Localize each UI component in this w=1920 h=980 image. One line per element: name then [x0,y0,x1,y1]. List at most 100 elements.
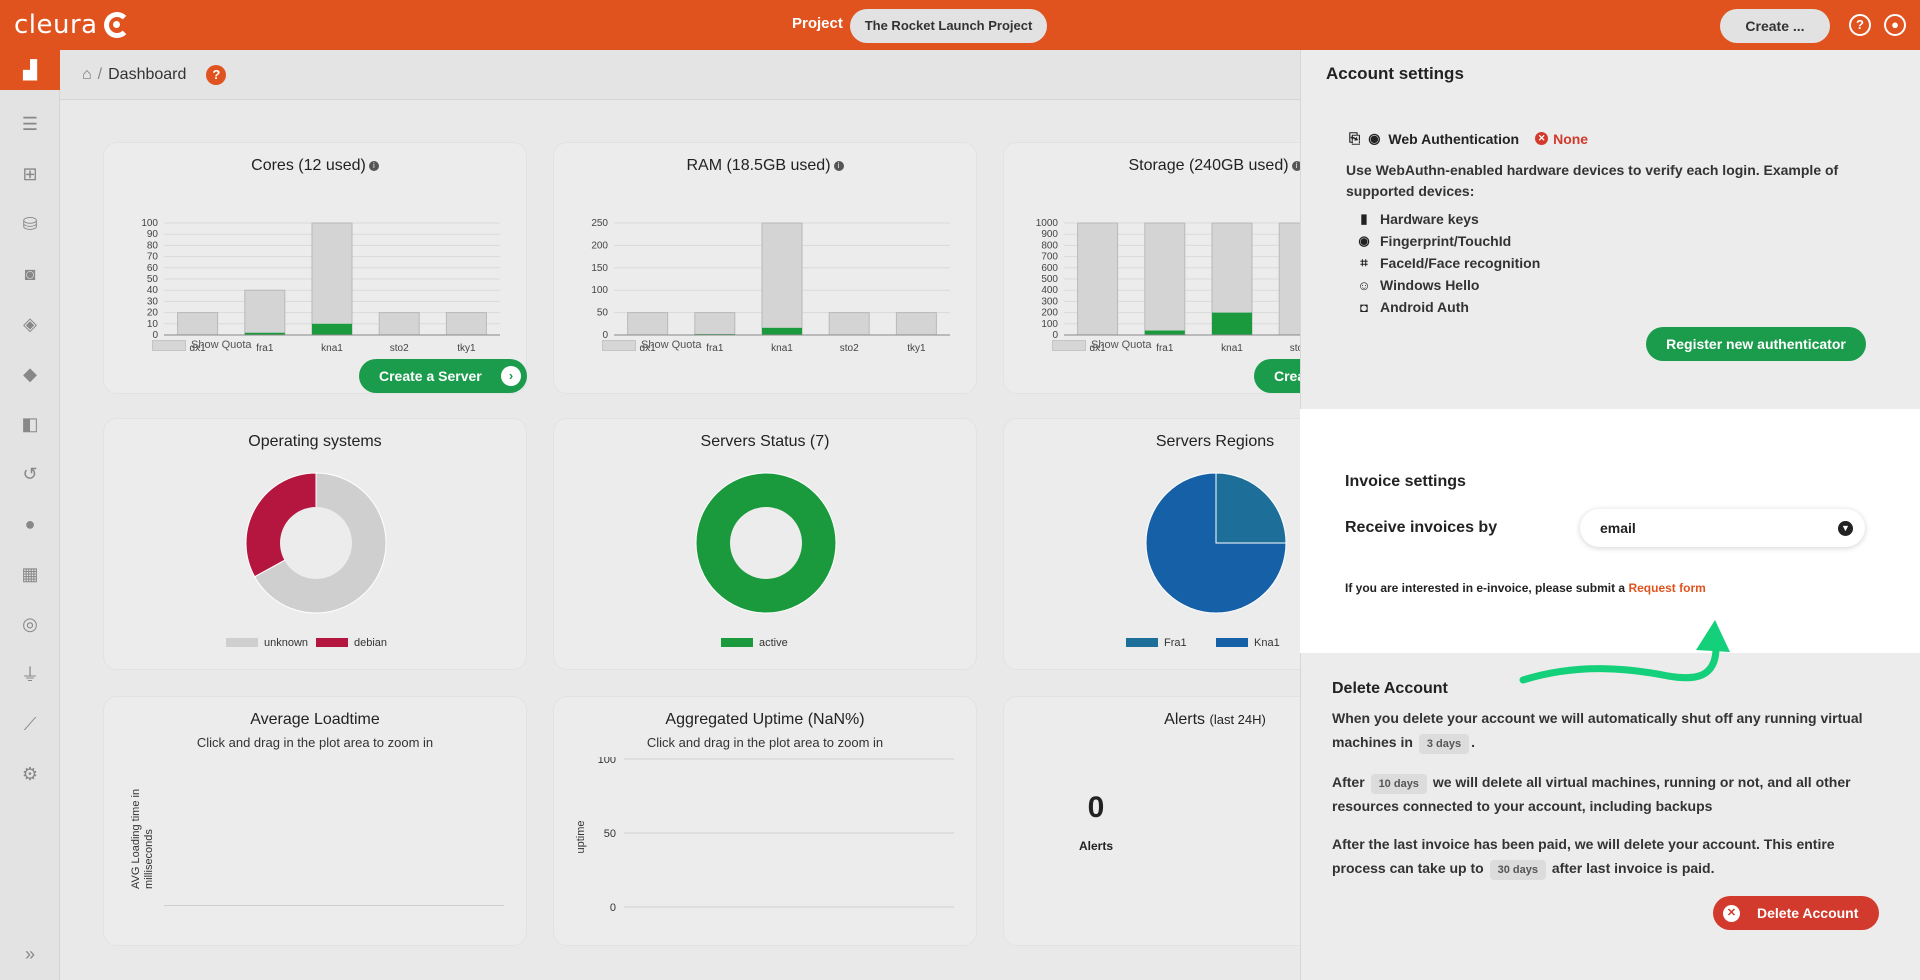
sidebar-expand-button[interactable]: » [0,934,60,974]
quota-bar [627,312,669,336]
os-title: Operating systems [248,433,382,450]
sidebar-item-snapshots[interactable]: ◙ [0,254,60,294]
zoom-hint: Click and drag in the plot area to zoom … [646,735,884,750]
tick-label: 70 [147,252,159,263]
legend-label: unknown [264,637,308,649]
tick-label: 200 [1041,308,1058,319]
uptime-line-chart[interactable]: 0 50 100 uptime [554,757,978,927]
tick-label: 50 [604,828,616,840]
sidebar-item-billing[interactable]: ▦ [0,554,60,594]
history-icon: ↺ [22,463,38,484]
category-label: kna1 [1221,343,1243,354]
info-icon[interactable]: i [833,160,844,171]
question-icon[interactable]: ? [1849,14,1871,36]
show-quota-label: Show Quota [641,339,702,351]
info-icon[interactable]: i [368,160,379,171]
help-icon[interactable]: ? [206,64,227,85]
used-bar [312,323,352,335]
show-quota-toggle[interactable]: Show Quota [1052,339,1152,351]
tick-label: 50 [147,274,159,285]
brand-name: cleura [14,10,98,40]
legend-swatch [226,638,258,647]
quota-bar [177,312,219,336]
home-icon[interactable]: ⌂ [82,66,92,84]
layers-icon: ◆ [23,363,37,384]
project-selector[interactable]: The Rocket Launch Project [850,9,1047,43]
register-authenticator-button[interactable]: Register new authenticator [1646,327,1866,361]
sidebar-item-support[interactable]: ◎ [0,604,60,644]
sidebar-item-network[interactable]: ⊞ [0,154,60,194]
sidebar-item-users[interactable]: ● [0,504,60,544]
alerts-count: 0 [1087,791,1105,824]
tick-label: 100 [141,218,158,229]
used-bar [1144,330,1185,335]
request-form-link[interactable]: Request form [1628,581,1705,595]
list-item: ▮ Hardware keys [1356,208,1540,230]
double-chevron-right-icon: » [24,943,35,964]
category-label: tky1 [457,343,476,354]
sidebar-item-servers[interactable]: ☰ [0,104,60,144]
logo-mark-icon [103,12,130,38]
calculator-icon: ▦ [21,563,39,584]
delete-account-title: Delete Account [1332,680,1448,697]
cleura-logo[interactable]: cleura [14,10,130,40]
days-badge: 30 days [1489,860,1546,880]
tick-label: 250 [591,218,608,229]
sidebar: ▟ ☰ ⊞ ⛁ ◙ ◈ ◆ ◧ ↺ ● ▦ ◎ ⏚ ⟋ ⚙ » [0,50,60,980]
sidebar-item-security[interactable]: ◈ [0,304,60,344]
invoice-method-select[interactable]: email ▼ [1580,509,1865,547]
storage-title: Storage (240GB used) [1128,157,1289,174]
sidebar-item-layers[interactable]: ◆ [0,354,60,394]
delete-account-button[interactable]: ✕ Delete Account [1713,896,1879,930]
create-menu-button[interactable]: Create ... [1720,9,1830,43]
loadtime-card: Average Loadtime Click and drag in the p… [103,696,527,946]
legend-label: debian [354,637,387,649]
tick-label: 400 [1041,285,1058,296]
sidebar-item-settings[interactable]: ⚙ [0,754,60,794]
quota-bar [828,312,870,336]
quota-bar [694,312,736,336]
webauthn-status: None [1553,130,1589,147]
delete-text: After [1332,774,1365,790]
sidebar-item-history[interactable]: ↺ [0,454,60,494]
tick-label: 90 [147,229,159,240]
quota-bar [445,312,487,336]
delete-info-paragraph: After 10 days we will delete all virtual… [1332,770,1892,818]
delete-text: . [1471,734,1475,750]
legend-label: active [759,637,788,649]
legend-swatch [1126,638,1158,647]
cores-card: Cores (12 used) i 0 10 20 30 40 50 60 70 80 90 100 d… [103,142,527,394]
device-label: Hardware keys [1380,211,1479,227]
sidebar-item-objects[interactable]: ◧ [0,404,60,444]
camera-icon: ◙ [24,263,36,284]
legend-swatch [721,638,753,647]
alerts-count-label: Alerts [1078,839,1113,853]
delete-text: When you delete your account we will aut… [1332,710,1863,750]
uptime-title: Aggregated Uptime (NaN%) [665,711,865,728]
show-quota-toggle[interactable]: Show Quota [602,339,702,351]
create-server-button[interactable]: Create a Server › [359,359,527,393]
show-quota-label: Show Quota [1091,339,1152,351]
delete-info-paragraph: After the last invoice has been paid, we… [1332,832,1892,880]
uptime-card: Aggregated Uptime (NaN%) Click and drag … [553,696,977,946]
x-circle-icon: ✕ [1535,132,1549,145]
sidebar-item-storage[interactable]: ⛁ [0,204,60,244]
tick-label: 0 [610,902,616,914]
sidebar-item-dashboard[interactable]: ▟ [0,50,60,90]
sidebar-item-metrics[interactable]: ⟋ [0,704,60,744]
used-bar [1212,312,1252,335]
alerts-title: Alerts [1164,711,1206,728]
pie-slice [1215,472,1287,544]
days-badge: 10 days [1370,774,1427,794]
category-label: fra1 [1156,343,1174,354]
status-card: Servers Status (7) active [553,418,977,670]
show-quota-toggle[interactable]: Show Quota [152,339,252,351]
webauthn-description: Use WebAuthn-enabled hardware devices to… [1346,162,1839,199]
usb-key-icon: ▮ [1360,211,1368,226]
user-icon[interactable]: ● [1884,14,1906,36]
quota-swatch [602,339,636,351]
days-badge: 3 days [1418,734,1470,754]
list-item: ◉ Fingerprint/TouchId [1356,230,1540,252]
sidebar-item-integrations[interactable]: ⏚ [0,654,60,694]
category-label: kna1 [771,343,793,354]
